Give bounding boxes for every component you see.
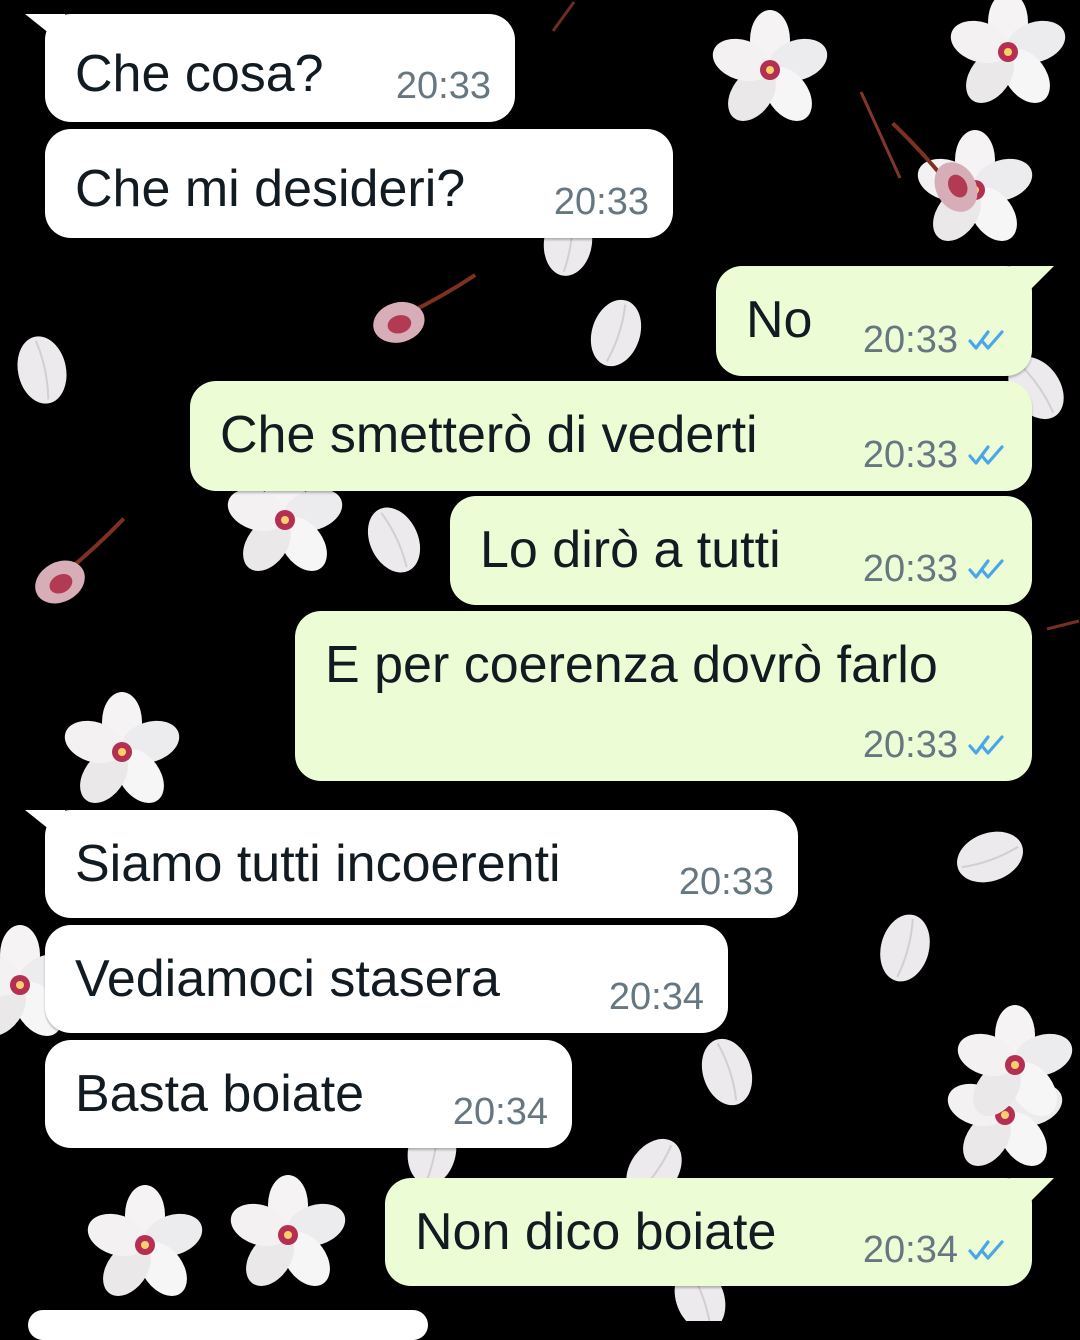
- double-check-read-icon: [968, 445, 1004, 465]
- message-time: 20:34: [862, 1229, 958, 1271]
- message-bubble-incoming[interactable]: Che cosa? 20:33: [25, 14, 515, 122]
- message-text: Che smetterò di vederti: [220, 406, 758, 464]
- double-check-read-icon: [968, 735, 1004, 755]
- message-bubble-outgoing[interactable]: Che smetterò di vederti 20:33: [190, 381, 1032, 491]
- message-meta: 20:33: [863, 320, 1008, 360]
- double-check-read-icon: [968, 330, 1004, 350]
- message-bubble-outgoing[interactable]: Lo dirò a tutti 20:33: [450, 496, 1032, 605]
- message-meta: 20:33: [863, 435, 1008, 475]
- message-text: Basta boiate: [75, 1065, 365, 1123]
- message-bubble-outgoing[interactable]: No 20:33: [716, 266, 1054, 376]
- message-time: 20:33: [862, 319, 958, 361]
- message-time: 20:33: [395, 65, 491, 107]
- double-check-read-icon: [968, 559, 1004, 579]
- message-bubble-outgoing[interactable]: E per coerenza dovrò farlo 20:33: [295, 611, 1032, 781]
- message-meta: 20:34: [609, 977, 704, 1017]
- message-time: 20:33: [678, 861, 774, 903]
- message-meta: 20:33: [863, 725, 1008, 765]
- message-text: Che cosa?: [75, 45, 324, 103]
- message-bubble-incoming[interactable]: Vediamoci stasera 20:34: [45, 925, 728, 1033]
- message-time: 20:33: [862, 434, 958, 476]
- message-text: Lo dirò a tutti: [480, 521, 781, 579]
- message-time: 20:33: [553, 181, 649, 223]
- bubble-tail-icon: [25, 810, 65, 842]
- message-time: 20:33: [862, 724, 958, 766]
- message-meta: 20:33: [863, 549, 1008, 589]
- message-text: Siamo tutti incoerenti: [75, 835, 561, 893]
- message-time: 20:34: [608, 976, 704, 1018]
- message-text: Che mi desideri?: [75, 160, 466, 218]
- message-bubble-outgoing[interactable]: Non dico boiate 20:34: [385, 1178, 1054, 1286]
- message-meta: 20:33: [396, 66, 491, 106]
- message-meta: 20:33: [679, 862, 774, 902]
- message-time: 20:34: [452, 1091, 548, 1133]
- message-meta: 20:34: [863, 1230, 1008, 1270]
- message-text: Non dico boiate: [415, 1203, 777, 1261]
- message-bubble-incoming[interactable]: Che mi desideri? 20:33: [45, 129, 673, 238]
- message-text: E per coerenza dovrò farlo: [325, 636, 938, 694]
- chat-messages: Che cosa? 20:33 Che mi desideri? 20:33 N…: [0, 0, 1080, 1340]
- bubble-tail-icon: [1010, 1178, 1054, 1210]
- double-check-read-icon: [968, 1240, 1004, 1260]
- message-text: Vediamoci stasera: [75, 950, 500, 1008]
- message-bubble-incoming[interactable]: Siamo tutti incoerenti 20:33: [25, 810, 798, 918]
- message-meta: 20:34: [453, 1092, 548, 1132]
- message-meta: 20:33: [554, 182, 649, 222]
- bubble-tail-icon: [1010, 266, 1054, 298]
- message-bubble-incoming[interactable]: Basta boiate 20:34: [45, 1040, 572, 1148]
- message-text: No: [746, 291, 813, 349]
- bubble-tail-icon: [25, 14, 65, 46]
- message-time: 20:33: [862, 548, 958, 590]
- message-bubble-incoming-partial[interactable]: [28, 1310, 428, 1340]
